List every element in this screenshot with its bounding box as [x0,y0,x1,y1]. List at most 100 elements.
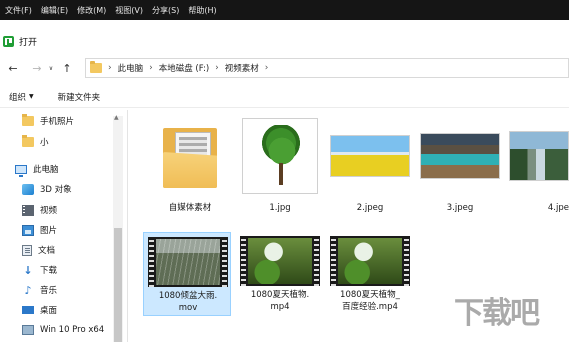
toolbar: 组织 ▼ 新建文件夹 [0,86,569,108]
sidebar-item-3d-objects[interactable]: 3D 对象 [22,181,72,197]
video-icon [22,204,34,216]
3d-objects-icon [22,183,34,195]
menu-view[interactable]: 视图(V) [115,5,143,16]
sidebar-item-desktop[interactable]: 桌面 [22,302,57,318]
folder-icon [90,61,102,73]
drive-icon [22,325,34,335]
file-name: 4.jpe [547,203,569,213]
app-icon [3,35,14,47]
image-thumbnail [236,116,324,196]
file-item-image[interactable]: 1.jpg [236,116,324,226]
file-item-video[interactable]: 1080夏天植物. mp4 [236,232,324,316]
address-bar[interactable]: › 此电脑 › 本地磁盘 (F:) › 视频素材 › [85,58,569,78]
navigation-bar: ← → ∨ ↑ › 此电脑 › 本地磁盘 (F:) › 视频素材 › [0,57,569,79]
sidebar-item-label: 小 [40,138,49,148]
folder-icon [163,124,217,188]
document-icon [22,244,32,256]
sidebar-item-label: 文档 [38,246,56,256]
chevron-right-icon[interactable]: › [149,63,153,73]
breadcrumb-drive-f[interactable]: 本地磁盘 (F:) [159,62,209,74]
chevron-down-icon[interactable]: ∨ [46,59,56,77]
film-icon [330,236,410,286]
sidebar-item-label: 音乐 [40,286,58,296]
picture-icon [22,224,34,236]
sidebar-item-small[interactable]: 小 [22,134,49,150]
sidebar-item-pictures[interactable]: 图片 [22,222,57,238]
new-folder-button[interactable]: 新建文件夹 [58,91,101,103]
film-icon [240,236,320,286]
file-name-line1: 1080夏天植物. [250,290,310,300]
menu-modify[interactable]: 修改(M) [77,5,106,16]
sidebar-item-label: 下载 [40,266,58,276]
landscape-image [330,135,410,177]
dialog-titlebar: 打开 [0,27,569,55]
chevron-right-icon[interactable]: › [265,63,269,73]
sidebar-item-music[interactable]: ♪ 音乐 [22,282,57,298]
desktop-icon [22,306,34,314]
organize-button[interactable]: 组织 ▼ [9,91,34,103]
pane-divider [127,110,128,342]
chevron-right-icon[interactable]: › [215,63,219,73]
menu-edit[interactable]: 编辑(E) [41,5,68,16]
sidebar-item-videos[interactable]: 视频 [22,202,57,218]
file-name-line2: 百度经验.mp4 [342,302,398,312]
folder-icon [22,135,34,147]
image-thumbnail [506,116,569,196]
file-item-image[interactable]: 4.jpe [506,116,569,226]
sidebar-item-label: 桌面 [40,306,58,316]
breadcrumb-video-folder[interactable]: 视频素材 [225,62,259,74]
file-item-image[interactable]: 2.jpeg [326,116,414,226]
folder-thumbnail [146,116,234,196]
arrow-up-icon[interactable]: ↑ [58,59,76,77]
tree-image [242,118,318,194]
download-icon: ↓ [23,263,33,277]
navigation-pane: 手机照片 小 此电脑 3D 对象 视频 图片 文档 ↓ 下载 ♪ 音乐 桌面 W… [0,110,127,342]
file-name: 2.jpeg [356,203,384,213]
dialog-title: 打开 [19,37,38,48]
sidebar-item-this-pc[interactable]: 此电脑 [15,161,59,177]
file-item-image[interactable]: 3.jpeg [416,116,504,226]
sidebar-item-documents[interactable]: 文档 [22,242,55,258]
caret-down-icon: ▼ [29,93,34,100]
menu-bar: 文件(F) 编辑(E) 修改(M) 视图(V) 分享(S) 帮助(H) [0,0,569,20]
sidebar-item-phone-photos[interactable]: 手机照片 [22,113,74,129]
sidebar-item-label: 视频 [40,206,58,216]
video-thumbnail [326,232,414,290]
scroll-up-icon[interactable]: ▲ [114,114,119,121]
file-name-line1: 1080倾盆大雨. [158,291,218,301]
sidebar-item-label: 手机照片 [40,117,75,127]
breadcrumb-this-pc[interactable]: 此电脑 [118,62,144,74]
computer-icon [15,164,27,177]
sidebar-item-label: 3D 对象 [40,185,72,195]
image-thumbnail [326,116,414,196]
file-name-line2: mp4 [270,302,290,312]
menu-file[interactable]: 文件(F) [5,5,32,16]
menu-help[interactable]: 帮助(H) [188,5,216,16]
file-name-line2: mov [178,303,198,313]
file-item-video[interactable]: 1080夏天植物_ 百度经验.mp4 [326,232,414,316]
video-thumbnail [144,233,232,291]
menu-share[interactable]: 分享(S) [152,5,179,16]
arrow-left-icon[interactable]: ← [4,59,22,77]
folder-icon [22,114,34,126]
organize-label: 组织 [9,92,27,103]
sidebar-item-win10-drive[interactable]: Win 10 Pro x64 [22,322,104,338]
sidebar-item-label: 图片 [40,226,58,236]
music-icon: ♪ [24,283,32,297]
file-name: 自媒体素材 [168,203,212,213]
image-thumbnail [416,116,504,196]
film-icon [148,237,228,287]
sidebar-scrollbar-thumb[interactable] [114,228,122,342]
file-name: 3.jpeg [446,203,474,213]
chevron-right-icon[interactable]: › [108,63,112,73]
watermark-logo: 下 载 吧 [454,296,540,331]
file-name: 1.jpg [269,203,291,213]
file-item-video-selected[interactable]: 1080倾盆大雨. mov [143,232,231,316]
arrow-right-icon[interactable]: → [28,59,46,77]
lake-image [420,133,500,179]
sidebar-item-downloads[interactable]: ↓ 下载 [22,262,57,278]
video-thumbnail [236,232,324,290]
sidebar-item-label: Win 10 Pro x64 [40,325,105,335]
sidebar-item-label: 此电脑 [33,165,59,175]
file-item-folder[interactable]: 自媒体素材 [146,116,234,226]
